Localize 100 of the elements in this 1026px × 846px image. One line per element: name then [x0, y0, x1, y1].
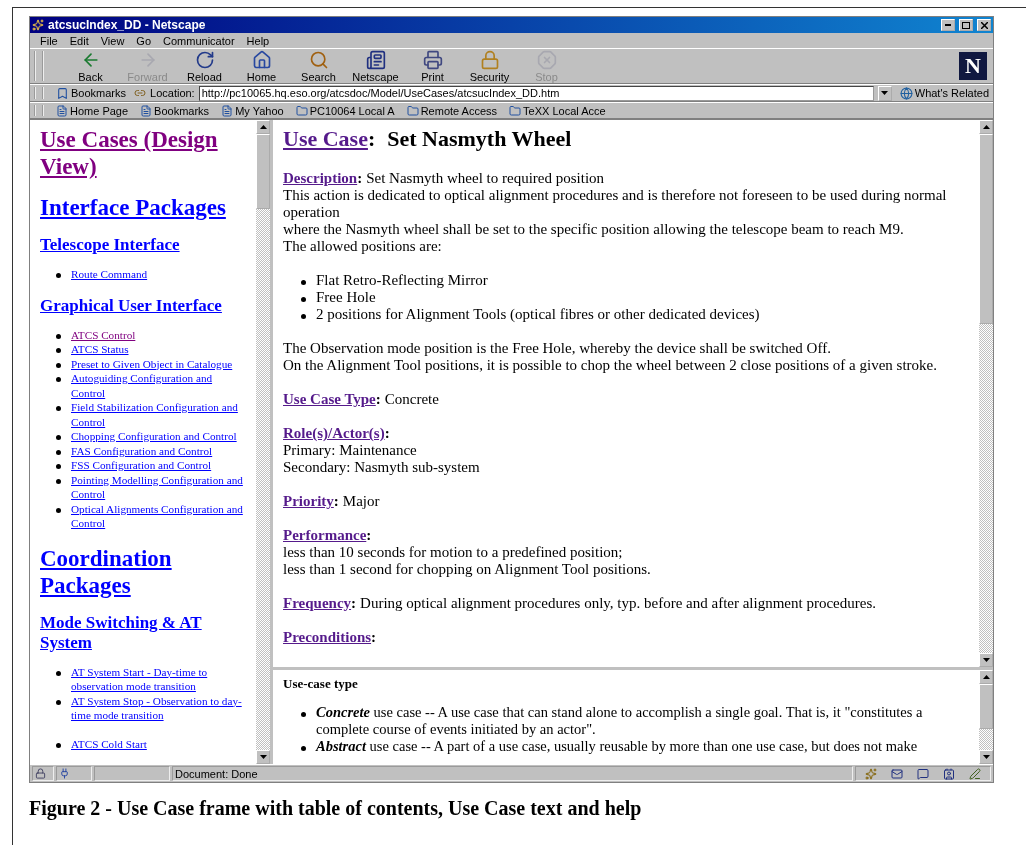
globe-icon: [899, 86, 913, 100]
field-label-link[interactable]: Description: [283, 170, 358, 186]
section-link[interactable]: Coordination Packages: [40, 544, 248, 599]
section-link[interactable]: Use Cases (Design View): [40, 126, 248, 180]
scroll-thumb[interactable]: [979, 134, 993, 324]
subsection-link[interactable]: Mode Switching & AT System: [40, 612, 248, 653]
scroll-thumb[interactable]: [256, 134, 270, 209]
scroll-thumb[interactable]: [979, 684, 993, 729]
subsection-link[interactable]: Graphical User Interface: [40, 295, 248, 316]
toolbar-grip[interactable]: [34, 105, 44, 116]
caret-icon: [881, 91, 889, 95]
home-icon: [251, 49, 272, 70]
toolbar-button[interactable]: Search: [292, 48, 345, 84]
scroll-down-button[interactable]: [256, 750, 270, 764]
menu-item[interactable]: Go: [130, 34, 158, 47]
use-case-link[interactable]: ATCS Status: [71, 342, 129, 357]
toolbar-grip[interactable]: [34, 87, 44, 99]
menu-item[interactable]: Edit: [63, 34, 95, 47]
bookmark-link[interactable]: My Yahoo: [217, 104, 288, 117]
field-value: During optical alignment procedures only, typ. before and after alignment procedures.: [360, 595, 876, 611]
use-case-link[interactable]: Chopping Configuration and Control: [71, 429, 237, 444]
toolbar-button[interactable]: Home: [235, 48, 288, 84]
field-label-link[interactable]: Use Case Type: [283, 391, 376, 407]
lock-icon: [35, 768, 46, 779]
scroll-up-button[interactable]: [256, 120, 270, 134]
toolbar-button[interactable]: Reload: [178, 48, 231, 84]
menu-item[interactable]: Communicator: [157, 34, 241, 47]
use-case-link[interactable]: Pointing Modelling Configuration and Control: [71, 472, 248, 502]
scroll-up-button[interactable]: [979, 670, 993, 684]
link-icon: [134, 87, 147, 99]
use-case-link[interactable]: Optical Alignments Configuration and Control: [71, 501, 248, 531]
scroll-down-button[interactable]: [979, 750, 993, 764]
use-case-link[interactable]: FAS Configuration and Control: [71, 443, 213, 458]
use-case-link[interactable]: Preset to Given Object in Catalogue: [71, 356, 233, 371]
bullet-icon: [56, 406, 61, 412]
bullet-icon: [56, 377, 61, 383]
stop-icon: [536, 49, 557, 70]
field-label-link[interactable]: Frequency: [283, 595, 352, 611]
folder-icon: [509, 104, 522, 117]
scroll-up-button[interactable]: [979, 120, 993, 134]
use-case-link[interactable]: AT System Stop - Observation to day-time mode transition: [71, 693, 248, 723]
minimize-button[interactable]: [941, 19, 955, 31]
bookmark-link[interactable]: Bookmarks: [136, 104, 214, 117]
use-case-link[interactable]: ATCS Cold Start: [71, 736, 147, 751]
use-case-link[interactable]: Field Stabilization Configuration and Control: [71, 400, 248, 429]
scrollbar[interactable]: [979, 120, 993, 667]
up-arrow-icon: [982, 675, 990, 679]
title-colon: :: [367, 126, 376, 152]
location-field[interactable]: http://pc10065.hq.eso.org/atcsdoc/Model/UseCases/atcsucIndex_DD.htm: [198, 85, 874, 101]
toolbar-grip[interactable]: [34, 51, 44, 81]
bookmark-link[interactable]: PC10064 Local A: [291, 104, 399, 117]
use-case-link[interactable]: FSS Configuration and Control: [71, 458, 212, 473]
bullet-icon: [301, 314, 306, 320]
menu-item[interactable]: File: [34, 34, 64, 47]
field-label-link[interactable]: Priority: [283, 493, 334, 509]
bookmark-link[interactable]: Home Page: [52, 104, 133, 117]
label-colon: :: [366, 527, 372, 543]
use-case-link[interactable]: ATCS Control: [71, 327, 136, 342]
menu-item[interactable]: Help: [240, 34, 276, 47]
section-link[interactable]: Interface Packages: [40, 194, 248, 221]
up-arrow-icon: [982, 125, 990, 129]
page-icon: [140, 104, 153, 117]
whats-related-button[interactable]: What's Related: [895, 86, 993, 100]
toolbar-button[interactable]: Netscape: [349, 48, 402, 84]
help-heading: Use-case type: [283, 676, 359, 692]
dropdown-button[interactable]: [877, 85, 892, 101]
bookmark-link[interactable]: TeXX Local Acce: [505, 104, 610, 117]
toolbar-button[interactable]: Print: [406, 48, 459, 84]
maximize-button[interactable]: [959, 19, 973, 31]
component-icon: [865, 767, 877, 780]
field-label-link[interactable]: Preconditions: [283, 629, 372, 645]
folder-icon: [406, 104, 419, 117]
subsection-link[interactable]: Telescope Interface: [40, 235, 248, 255]
field-label-link[interactable]: Role(s)/Actor(s): [283, 425, 385, 441]
close-button[interactable]: [977, 19, 991, 31]
text-line: less than 10 seconds for motion to a predefined position;: [283, 544, 624, 561]
bookmarks-button[interactable]: Bookmarks: [52, 86, 131, 100]
use-case-link[interactable]: Use Case: [283, 126, 368, 152]
text-line: The allowed positions are:: [283, 238, 443, 255]
scroll-down-button[interactable]: [979, 653, 993, 667]
bullet-icon: [56, 507, 61, 513]
use-case-link[interactable]: Route Command: [71, 267, 148, 282]
list-item: Free Hole: [316, 289, 376, 306]
bullet-icon: [56, 273, 61, 279]
label-colon: :: [371, 629, 377, 645]
menu-item[interactable]: View: [94, 34, 131, 47]
bullet-icon: [56, 435, 61, 441]
bullet-icon: [301, 711, 306, 717]
bullet-icon: [301, 297, 306, 303]
scrollbar[interactable]: [256, 120, 270, 764]
scrollbar[interactable]: [979, 670, 993, 764]
bookmark-icon: [56, 86, 69, 100]
use-case-link[interactable]: Autoguiding Configuration and Control: [71, 371, 248, 400]
toolbar-button[interactable]: Back: [64, 48, 117, 84]
field-label-link[interactable]: Performance: [283, 527, 367, 543]
bullet-icon: [56, 362, 61, 368]
minimize-icon: [945, 24, 951, 26]
bookmark-link[interactable]: Remote Access: [402, 104, 502, 117]
toolbar-button[interactable]: Security: [463, 48, 516, 84]
use-case-link[interactable]: AT System Start - Day-time to observation mode transition: [71, 664, 248, 694]
